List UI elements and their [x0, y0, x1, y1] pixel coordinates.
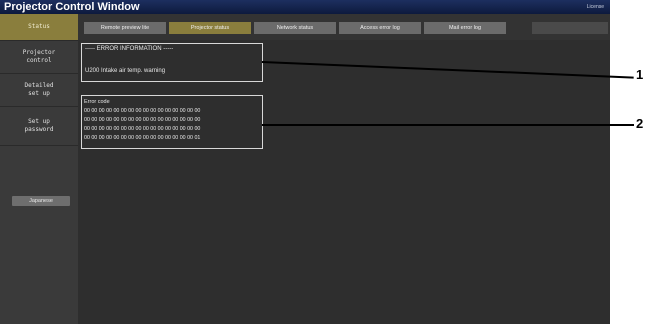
error-code-line: 00 00 00 00 00 00 00 00 00 00 00 00 00 0…	[84, 108, 201, 114]
tab-bar-filler	[532, 22, 608, 34]
title-bar: Projector Control Window License	[0, 0, 610, 14]
error-code-header: Error code	[84, 99, 110, 105]
sidebar-item-projector-control[interactable]: Projector control	[0, 41, 78, 74]
app-title: Projector Control Window	[4, 1, 140, 13]
error-information-panel: ----- ERROR INFORMATION ----- U200 Intak…	[81, 43, 263, 82]
tab-projector-status[interactable]: Projector status	[169, 22, 251, 34]
sidebar-item-detailed-set-up[interactable]: Detailed set up	[0, 74, 78, 107]
error-code-line: 00 00 00 00 00 00 00 00 00 00 00 00 00 0…	[84, 126, 201, 132]
japanese-button[interactable]: Japanese	[12, 196, 70, 206]
sidebar: Status Projector control Detailed set up…	[0, 14, 78, 324]
error-code-panel: Error code 00 00 00 00 00 00 00 00 00 00…	[81, 95, 263, 149]
projector-control-window: Projector Control Window License Status …	[0, 0, 610, 324]
callout-1-number: 1	[636, 67, 644, 82]
license-link[interactable]: License	[587, 0, 604, 14]
tab-access-error-log[interactable]: Access error log	[339, 22, 421, 34]
callout-2-leader	[262, 124, 634, 126]
error-code-lines: 00 00 00 00 00 00 00 00 00 00 00 00 00 0…	[84, 107, 200, 143]
tab-network-status[interactable]: Network status	[254, 22, 336, 34]
main-content: ----- ERROR INFORMATION ----- U200 Intak…	[78, 40, 610, 324]
error-code-line: 00 00 00 00 00 00 00 00 00 00 00 00 00 0…	[84, 117, 201, 123]
tab-bar: Remote preview lite Projector status Net…	[78, 14, 610, 40]
callout-2-number: 2	[636, 116, 644, 131]
sidebar-item-status[interactable]: Status	[0, 14, 78, 41]
error-information-header: ----- ERROR INFORMATION -----	[85, 46, 174, 52]
tab-mail-error-log[interactable]: Mail error log	[424, 22, 506, 34]
error-code-line: 00 00 00 00 00 00 00 00 00 00 00 00 00 0…	[84, 135, 201, 141]
tab-remote-preview-lite[interactable]: Remote preview lite	[84, 22, 166, 34]
error-message: U200 Intake air temp. warning	[85, 68, 166, 74]
sidebar-item-set-up-password[interactable]: Set up password	[0, 107, 78, 146]
